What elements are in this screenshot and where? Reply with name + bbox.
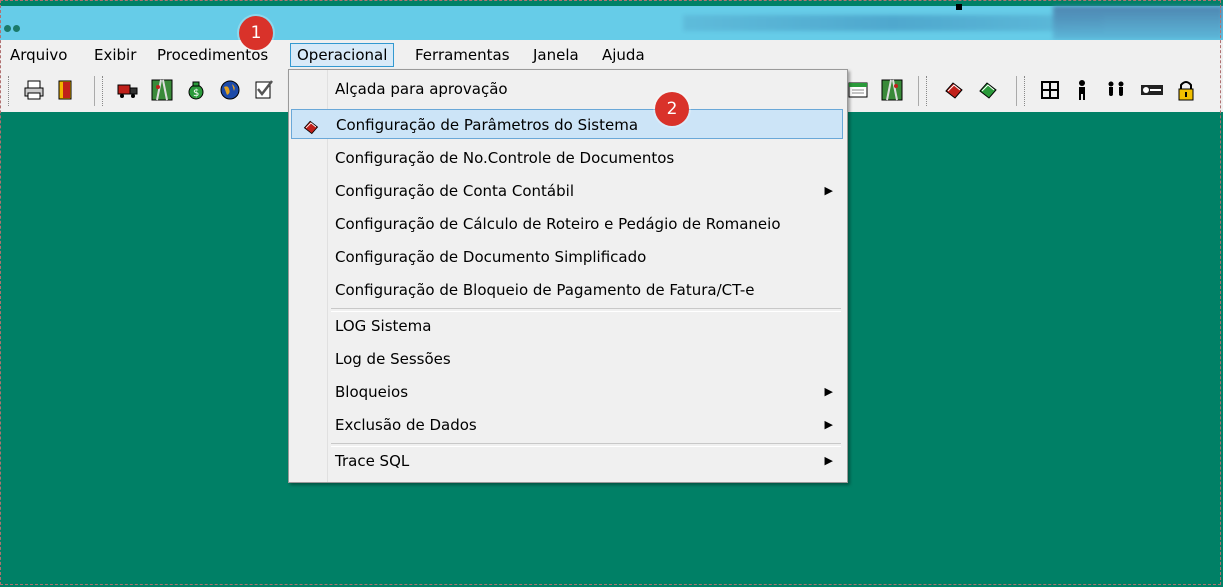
- submenu-arrow-icon: ▶: [824, 418, 833, 431]
- menu-item-alcada-aprovacao[interactable]: Alçada para aprovação: [291, 74, 843, 104]
- toolbar-grip: [1024, 76, 1028, 106]
- exit-door-icon[interactable]: [54, 78, 78, 102]
- checklist-icon[interactable]: [252, 78, 276, 102]
- title-bar: [0, 6, 1223, 40]
- menu-item-log-sistema[interactable]: LOG Sistema: [291, 311, 843, 341]
- person-icon[interactable]: [1070, 78, 1094, 102]
- menu-item-configuracao-calculo-roteiro[interactable]: Configuração de Cálculo de Roteiro e Ped…: [291, 209, 843, 239]
- menu-item-label: Configuração de Cálculo de Roteiro e Ped…: [335, 215, 781, 233]
- svg-text:$: $: [193, 88, 199, 99]
- menu-item-trace-sql[interactable]: Trace SQL ▶: [291, 446, 843, 476]
- menu-item-configuracao-controle-documentos[interactable]: Configuração de No.Controle de Documento…: [291, 143, 843, 173]
- submenu-arrow-icon: ▶: [824, 454, 833, 467]
- toolbar-separator: [94, 76, 95, 106]
- lock-icon[interactable]: [1174, 78, 1198, 102]
- menu-operacional[interactable]: Operacional: [290, 43, 395, 67]
- menu-item-label: Configuração de Bloqueio de Pagamento de…: [335, 281, 755, 299]
- menu-bar: Arquivo Exibir Procedimentos Operacional…: [0, 40, 1223, 70]
- parameters-icon[interactable]: [942, 78, 966, 102]
- truck-icon[interactable]: [116, 78, 140, 102]
- menu-item-label: Configuração de Conta Contábil: [335, 182, 574, 200]
- menu-item-configuracao-parametros-sistema[interactable]: Configuração de Parâmetros do Sistema: [291, 109, 843, 139]
- money-bag-icon[interactable]: $: [184, 78, 208, 102]
- submenu-arrow-icon: ▶: [824, 184, 833, 197]
- toolbar-grip: [102, 76, 106, 106]
- operacional-dropdown-menu: Alçada para aprovação Configuração de Pa…: [288, 69, 848, 483]
- menu-item-configuracao-bloqueio-pagamento[interactable]: Configuração de Bloqueio de Pagamento de…: [291, 275, 843, 305]
- toolbar-grip: [926, 76, 930, 106]
- menu-janela[interactable]: Janela: [527, 44, 585, 66]
- globe-icon[interactable]: [218, 78, 242, 102]
- step-badge-1: 1: [239, 16, 273, 50]
- parameters-icon-2[interactable]: [976, 78, 1000, 102]
- road-map-icon[interactable]: [150, 78, 174, 102]
- menu-exibir[interactable]: Exibir: [88, 44, 142, 66]
- blurred-window-controls: [1053, 6, 1223, 40]
- menu-item-label: Configuração de Parâmetros do Sistema: [336, 116, 639, 134]
- menu-item-label: LOG Sistema: [335, 317, 432, 335]
- menu-item-configuracao-conta-contabil[interactable]: Configuração de Conta Contábil ▶: [291, 176, 843, 206]
- toolbar-separator: [1016, 76, 1017, 106]
- menu-item-label: Alçada para aprovação: [335, 80, 508, 98]
- people-icon[interactable]: [1104, 78, 1128, 102]
- parameters-icon: [302, 116, 320, 135]
- submenu-arrow-icon: ▶: [824, 385, 833, 398]
- menu-item-label: Configuração de Documento Simplificado: [335, 248, 647, 266]
- calendar-icon[interactable]: [846, 78, 870, 102]
- menu-item-log-sessoes[interactable]: Log de Sessões: [291, 344, 843, 374]
- menu-ferramentas[interactable]: Ferramentas: [409, 44, 516, 66]
- menu-item-label: Log de Sessões: [335, 350, 451, 368]
- toolbar-separator: [918, 76, 919, 106]
- window-dots-icon: [4, 18, 22, 36]
- menu-item-label: Trace SQL: [335, 452, 410, 470]
- key-icon[interactable]: [1140, 78, 1164, 102]
- print-icon[interactable]: [22, 78, 46, 102]
- menu-arquivo[interactable]: Arquivo: [4, 44, 73, 66]
- menu-item-configuracao-documento-simplificado[interactable]: Configuração de Documento Simplificado: [291, 242, 843, 272]
- menu-item-label: Bloqueios: [335, 383, 409, 401]
- step-badge-2: 2: [655, 92, 689, 126]
- menu-ajuda[interactable]: Ajuda: [596, 44, 651, 66]
- menu-item-bloqueios[interactable]: Bloqueios ▶: [291, 377, 843, 407]
- road-icon[interactable]: [880, 78, 904, 102]
- toolbar-grip: [8, 76, 12, 106]
- menu-item-label: Configuração de No.Controle de Documento…: [335, 149, 675, 167]
- resize-handle: [956, 4, 962, 10]
- blurred-title-text: [683, 15, 1103, 31]
- menu-item-exclusao-dados[interactable]: Exclusão de Dados ▶: [291, 410, 843, 440]
- network-icon[interactable]: [1038, 78, 1062, 102]
- menu-item-label: Exclusão de Dados: [335, 416, 477, 434]
